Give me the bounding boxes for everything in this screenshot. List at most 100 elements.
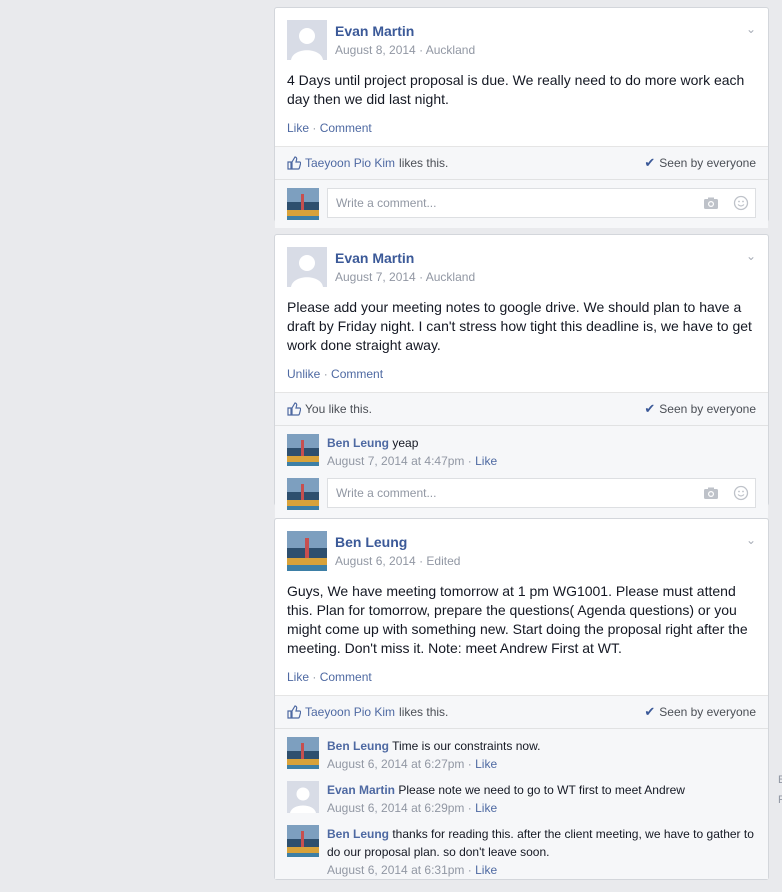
comment-author[interactable]: Ben Leung [327,827,389,841]
post-actions: Unlike · Comment [287,367,384,381]
comment-time[interactable]: August 6, 2014 at 6:27pm [327,757,464,771]
meta-separator: · [419,43,424,57]
likes-text: You like this. [305,402,372,416]
seen-text: Seen by everyone [659,156,756,170]
user-avatar[interactable] [287,478,319,510]
commenter-avatar[interactable] [287,737,319,769]
seen-status[interactable]: ✔ Seen by everyone [644,155,756,171]
post-author[interactable]: Evan Martin [335,249,475,267]
post-header: Ben Leung August 6, 2014 · Edited [275,519,768,571]
unlike-link[interactable]: Unlike [287,367,320,381]
comment-input[interactable] [334,195,689,211]
comment: Ben Leung yeap August 7, 2014 at 4:47pm … [275,426,768,470]
camera-icon[interactable] [703,485,719,501]
meta-separator: · [419,270,424,284]
seen-text: Seen by everyone [659,705,756,719]
comment-body: Time is our constraints now. [392,739,541,753]
liker-name[interactable]: Taeyoon Pio Kim [305,705,395,719]
comment-like-link[interactable]: Like [475,863,497,877]
thumbs-up-icon [287,156,302,170]
comment-body: thanks for reading this. after the clien… [327,827,754,859]
likes-row: Taeyoon Pio Kim likes this. ✔ Seen by ev… [275,147,768,180]
post-header: Evan Martin August 8, 2014 · Auckland [275,8,768,60]
chevron-down-icon[interactable]: ⌄ [746,533,756,547]
comment-input[interactable] [334,485,689,501]
post-text: 4 Days until project proposal is due. We… [287,72,745,107]
default-avatar-icon[interactable] [287,781,319,813]
comment-time[interactable]: August 7, 2014 at 4:47pm [327,454,464,468]
check-icon: ✔ [644,704,656,719]
comment-body: yeap [392,436,419,450]
post-date[interactable]: August 8, 2014 [335,43,416,57]
chevron-down-icon[interactable]: ⌄ [746,22,756,36]
post-text: Please add your meeting notes to google … [287,299,752,353]
comment: Evan Martin Please note we need to go to… [275,773,768,817]
ufi-section: Taeyoon Pio Kim likes this. ✔ Seen by ev… [275,146,768,228]
seen-status[interactable]: ✔ Seen by everyone [644,704,756,720]
default-avatar-icon[interactable] [287,20,327,60]
camera-icon[interactable] [703,195,719,211]
check-icon: ✔ [644,155,656,170]
post-location[interactable]: Auckland [426,43,475,57]
likes-row: Taeyoon Pio Kim likes this. ✔ Seen by ev… [275,696,768,729]
post-meta: August 7, 2014 · Auckland [335,268,475,286]
comment-link[interactable]: Comment [320,121,372,135]
comment-author[interactable]: Ben Leung [327,436,389,450]
like-link[interactable]: Like [287,670,309,684]
post-header: Evan Martin August 7, 2014 · Auckland [275,235,768,287]
comment-composer [275,470,768,518]
meta-separator: · [419,554,424,568]
like-link[interactable]: Like [287,121,309,135]
comment-author[interactable]: Ben Leung [327,739,389,753]
seen-text: Seen by everyone [659,402,756,416]
comment-box[interactable] [327,478,756,508]
author-avatar[interactable] [287,531,327,571]
comment-time[interactable]: August 6, 2014 at 6:31pm [327,863,464,877]
default-avatar-icon[interactable] [287,247,327,287]
ufi-section: You like this. ✔ Seen by everyone Ben Le… [275,392,768,518]
liker-name[interactable]: Taeyoon Pio Kim [305,156,395,170]
comment: Ben Leung thanks for reading this. after… [275,817,768,879]
seen-status[interactable]: ✔ Seen by everyone [644,401,756,417]
comment-like-link[interactable]: Like [475,454,497,468]
chevron-down-icon[interactable]: ⌄ [746,249,756,263]
edge-letters: E F [778,770,782,810]
comment-composer [275,180,768,228]
comment-author[interactable]: Evan Martin [327,783,395,797]
user-avatar[interactable] [287,188,319,220]
post-date[interactable]: August 7, 2014 [335,270,416,284]
comment-time[interactable]: August 6, 2014 at 6:29pm [327,801,464,815]
post-author[interactable]: Evan Martin [335,22,475,40]
likes-text: likes this. [399,705,449,719]
commenter-avatar[interactable] [287,434,319,466]
comment: Ben Leung Time is our constraints now. A… [275,729,768,773]
likes-row: You like this. ✔ Seen by everyone [275,393,768,426]
post: Evan Martin August 8, 2014 · Auckland ⌄ … [274,7,769,228]
post: Ben Leung August 6, 2014 · Edited ⌄ Guys… [274,518,769,880]
edited-label[interactable]: Edited [426,554,460,568]
comment-link[interactable]: Comment [320,670,372,684]
check-icon: ✔ [644,401,656,416]
comment-like-link[interactable]: Like [475,757,497,771]
smile-icon[interactable] [733,485,749,501]
post: Evan Martin August 7, 2014 · Auckland ⌄ … [274,234,769,518]
post-author[interactable]: Ben Leung [335,533,460,551]
post-actions: Like · Comment [287,121,372,135]
ufi-section: Taeyoon Pio Kim likes this. ✔ Seen by ev… [275,695,768,879]
comment-box[interactable] [327,188,756,218]
edge-letter: E [778,774,782,786]
news-feed: Evan Martin August 8, 2014 · Auckland ⌄ … [274,7,769,892]
comment-like-link[interactable]: Like [475,801,497,815]
post-text: Guys, We have meeting tomorrow at 1 pm W… [287,583,748,656]
post-date[interactable]: August 6, 2014 [335,554,416,568]
post-meta: August 8, 2014 · Auckland [335,41,475,59]
comment-body: Please note we need to go to WT first to… [398,783,685,797]
post-meta: August 6, 2014 · Edited [335,552,460,570]
smile-icon[interactable] [733,195,749,211]
post-location[interactable]: Auckland [426,270,475,284]
likes-text: likes this. [399,156,449,170]
comment-link[interactable]: Comment [331,367,383,381]
thumbs-up-icon [287,402,302,416]
commenter-avatar[interactable] [287,825,319,857]
edge-letter: F [778,794,782,806]
